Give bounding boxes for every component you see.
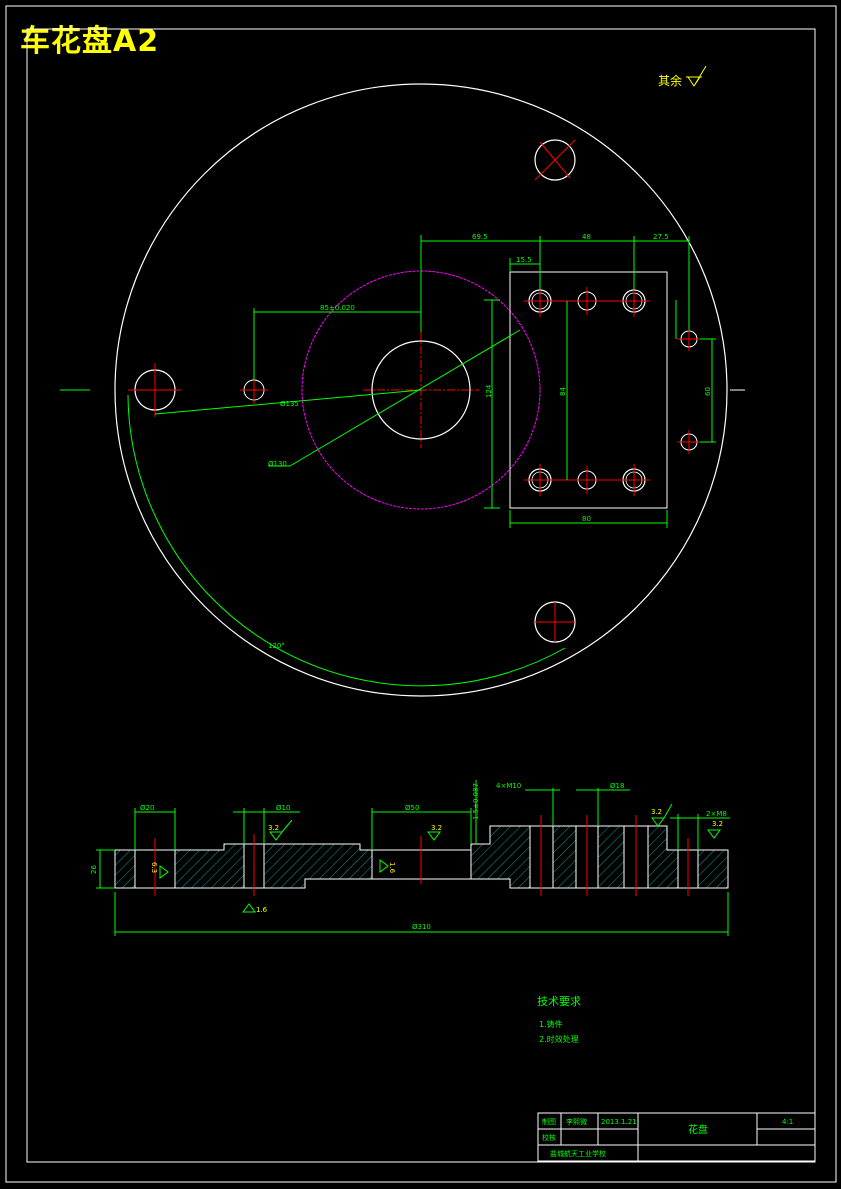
dim-15-5: 15.5 [516,256,532,264]
dim-total: Ø310 [412,923,431,931]
dim-124: 124 [485,384,493,398]
tech-heading: 技术要求 [537,995,581,1008]
cad-drawing: 其余 120° 69.5 48 27.5 15.5 85±0.020 Ø135 … [5,5,837,1183]
dim-69-5: 69.5 [472,233,488,241]
tech-item-1: 1.铸件 [539,1019,563,1029]
dim-phi10: Ø10 [276,804,290,812]
dim-48: 48 [582,233,591,241]
inner-border [26,28,816,1163]
tech-item-2: 2.时效处理 [539,1034,579,1044]
dim-80: 80 [582,515,591,523]
roughness-symbol-icon [686,65,707,87]
tb-scale: 4:1 [782,1118,793,1126]
dim-phi18: Ø18 [610,782,624,790]
dim-phi20: Ø20 [140,804,154,812]
dim-phi50: Ø50 [405,804,419,812]
roughness-6-3: 6.3 [150,862,158,873]
title-block: 制图 李熙微 2013.1.21 校核 花盘 4:1 盐城航天工业学校 [537,1112,816,1162]
tb-drawn-name: 李熙微 [566,1117,587,1126]
dim-26: 26 [90,865,98,874]
roughness-3-2-b: 3.2 [431,824,442,832]
plate-holes [524,285,701,496]
roughness-3-2-c: 3.2 [651,808,662,816]
tb-drawn-label: 制图 [542,1117,556,1126]
roughness-note: 其余 [658,73,682,88]
plan-view: 120° 69.5 48 27.5 15.5 85±0.020 Ø135 Ø13… [60,83,745,697]
dim-84: 84 [559,387,567,396]
dim-4xm10: 4×M10 [496,782,521,790]
outer-border [5,5,837,1183]
roughness-3-2-a: 3.2 [268,824,279,832]
dim-phi135: Ø135 [280,400,299,408]
dim-60: 60 [704,387,712,396]
dim-27-5: 27.5 [653,233,669,241]
dim-2xm8: 2×M8 [706,810,727,818]
dim-phi130: Ø130 [268,460,287,468]
tb-part-name: 花盘 [688,1123,708,1136]
section-view: Ø20 Ø10 Ø50 1.5±0.087 4×M10 Ø18 2×M8 26 … [90,780,730,936]
roughness-1-6-b: 1.6 [388,862,396,874]
dim-1-5-tol: 1.5±0.087 [472,783,480,820]
dim-85-tol: 85±0.020 [320,304,355,312]
tb-drawn-date: 2013.1.21 [601,1118,637,1126]
roughness-3-2-d: 3.2 [712,820,723,828]
roughness-1-6-a: 1.6 [256,906,268,914]
tb-school: 盐城航天工业学校 [550,1149,606,1158]
angle-arc [127,394,566,687]
tb-check-label: 校核 [542,1133,556,1142]
dim-angle: 120° [268,642,285,650]
